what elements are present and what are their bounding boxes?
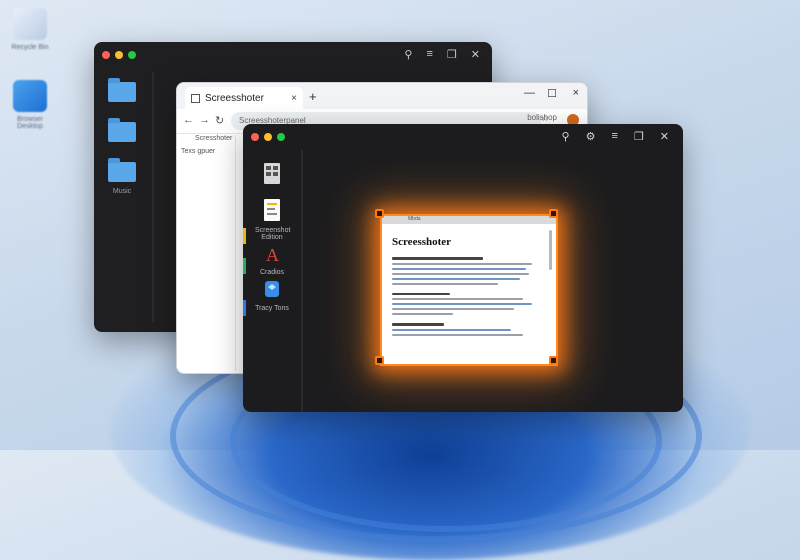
document-edit-icon — [264, 199, 280, 221]
new-tab-button[interactable]: + — [309, 89, 317, 104]
window-controls — [102, 51, 136, 59]
folder-item[interactable] — [108, 118, 136, 148]
text-line — [392, 267, 526, 270]
tool-cradios[interactable]: A Cradios — [255, 244, 289, 276]
text-line — [392, 323, 444, 326]
maximize-button[interactable] — [277, 133, 285, 141]
tab-title: Screesshoter — [205, 92, 264, 104]
desktop-icon-label: Browser Desktop — [17, 116, 43, 130]
minimize-button[interactable] — [115, 51, 123, 59]
desktop-icon-label: Recycle Bin — [11, 44, 49, 51]
maximize-button[interactable] — [128, 51, 136, 59]
capture-bar-title: Mbda — [408, 216, 421, 222]
copy-icon[interactable]: ❐ — [447, 48, 457, 61]
tool-label: Tracy Tons — [255, 305, 289, 312]
crop-icon[interactable]: ❐ — [634, 130, 644, 143]
screenshot-app-window[interactable]: ⚲ ⚙ ≡ ❐ ✕ Screenshot Edition A Cradios T… — [243, 124, 683, 412]
captured-region[interactable]: Mbda Screesshoter — [380, 214, 558, 366]
filter-icon[interactable]: ≡ — [426, 48, 432, 61]
browser-desktop-icon — [13, 80, 47, 112]
active-indicator — [243, 258, 246, 274]
reload-icon[interactable]: ↻ — [215, 114, 224, 127]
text-a-icon: A — [266, 245, 279, 265]
file-manager-toolbar: ⚲ ≡ ❐ ✕ — [404, 48, 480, 61]
text-line — [392, 303, 532, 305]
sidebar-subtitle: Texs gpuer — [181, 148, 216, 155]
close-button[interactable] — [251, 133, 259, 141]
capture-text-block — [382, 248, 556, 336]
forward-icon[interactable]: → — [199, 114, 210, 126]
tab-close-button[interactable]: × — [291, 93, 297, 104]
active-indicator — [243, 300, 246, 316]
grid-icon — [191, 93, 200, 103]
resize-handle-bottom-left[interactable] — [375, 356, 384, 365]
tool-grid[interactable] — [255, 162, 289, 191]
tool-label: Screenshot Edition — [255, 227, 291, 241]
tab-bar: Screesshoter × + — ☐ × — [177, 83, 587, 109]
pin-icon[interactable]: ⚲ — [404, 48, 412, 61]
text-line — [392, 272, 529, 275]
browser-tab[interactable]: Screesshoter × — [185, 87, 303, 109]
close-button[interactable] — [102, 51, 110, 59]
bookmark-star-icon[interactable]: ☆ — [541, 113, 549, 124]
text-line — [392, 257, 484, 260]
resize-handle-bottom-right[interactable] — [549, 356, 558, 365]
text-line — [392, 298, 523, 300]
desktop-icon-recycle-bin[interactable]: Recycle Bin — [8, 8, 52, 51]
minimize-button[interactable] — [264, 133, 272, 141]
close-icon[interactable]: ✕ — [660, 130, 669, 143]
text-line — [392, 292, 450, 295]
text-line — [392, 313, 453, 315]
recycle-bin-icon — [13, 8, 47, 40]
capture-title: Screesshoter — [392, 236, 452, 248]
folder-icon — [108, 158, 136, 182]
sidebar-title: Scresshoter — [195, 135, 233, 142]
folder-icon — [108, 118, 136, 142]
layers-icon — [265, 281, 279, 297]
text-line — [392, 282, 499, 285]
folder-icon — [108, 78, 136, 102]
desktop-icon-browser[interactable]: Browser Desktop — [8, 80, 52, 130]
filter-icon[interactable]: ≡ — [611, 130, 617, 143]
close-icon[interactable]: ✕ — [471, 48, 480, 61]
minimize-button[interactable]: — — [524, 87, 535, 99]
folder-label: Music — [112, 188, 132, 195]
capture-titlebar: Mbda — [382, 216, 556, 224]
tool-sidebar: Screenshot Edition A Cradios Tracy Tons — [243, 150, 303, 412]
tool-label: Cradios — [259, 269, 285, 276]
resize-handle-top-right[interactable] — [549, 209, 558, 218]
text-line — [392, 333, 523, 336]
settings-icon[interactable]: ⚙ — [586, 130, 596, 143]
text-line — [392, 328, 511, 331]
folder-item-music[interactable]: Music — [108, 158, 136, 195]
app-toolbar: ⚲ ⚙ ≡ ❐ ✕ — [562, 130, 669, 143]
text-line — [392, 262, 532, 265]
text-line — [392, 277, 520, 280]
text-line — [392, 308, 514, 310]
sidebar-divider — [152, 72, 154, 322]
maximize-button[interactable]: ☐ — [547, 87, 557, 100]
tool-screenshot-edition[interactable]: Screenshot Edition — [255, 198, 291, 241]
window-controls — [251, 133, 285, 141]
back-icon[interactable]: ← — [183, 114, 194, 126]
tool-tracy-tons[interactable]: Tracy Tons — [255, 278, 289, 312]
active-indicator — [243, 228, 246, 244]
folder-item[interactable] — [108, 78, 136, 108]
close-button[interactable]: × — [573, 87, 579, 99]
svg-text:A: A — [266, 245, 279, 264]
resize-handle-top-left[interactable] — [375, 209, 384, 218]
capture-scrollbar[interactable] — [549, 230, 552, 270]
browser-sidebar: Scresshoter Texs gpuer — [177, 135, 236, 371]
pin-icon[interactable]: ⚲ — [562, 130, 570, 143]
grid-doc-icon — [264, 163, 280, 184]
